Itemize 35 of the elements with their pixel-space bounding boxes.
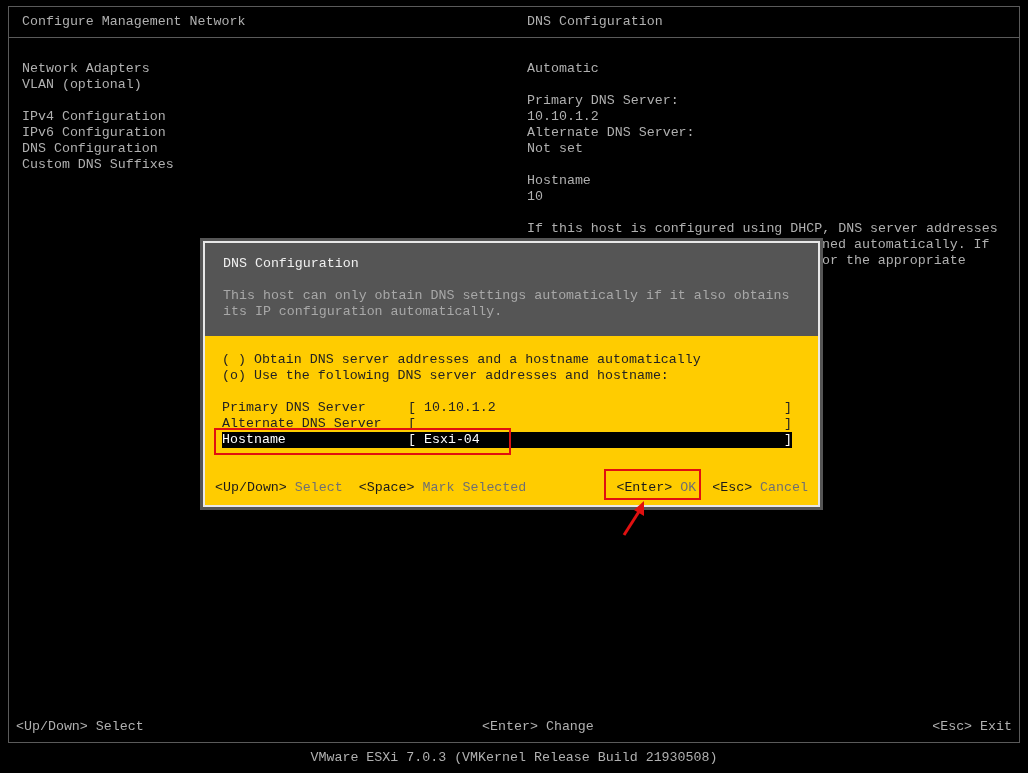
menu-item[interactable]: Custom DNS Suffixes (22, 157, 174, 173)
key-hint: <Up/Down> Select (215, 480, 343, 496)
info-text: 10 (527, 189, 543, 205)
menu-item[interactable]: DNS Configuration (22, 141, 158, 157)
description-text: or the appropriate (822, 253, 966, 269)
radio-label: Use the following DNS server addresses and hostname: (253, 368, 669, 384)
panel-title: DNS Configuration (527, 14, 663, 29)
radio-button[interactable]: (o) (222, 368, 246, 384)
menu-item[interactable]: Network Adapters (22, 61, 150, 77)
panel-title: Configure Management Network (22, 14, 246, 29)
radio-label: Obtain DNS server addresses and a hostname automatically (253, 352, 701, 368)
menu-item[interactable]: VLAN (optional) (22, 77, 142, 93)
info-text: Hostname (527, 173, 591, 189)
key-hint: <Enter> Change (482, 718, 594, 735)
key-hint: <Up/Down> Select (16, 718, 144, 735)
dialog-title: DNS Configuration (223, 256, 359, 272)
info-text: Not set (527, 141, 583, 157)
key-hint: <Esc> Exit (932, 718, 1012, 735)
menu-item[interactable]: IPv4 Configuration (22, 109, 166, 125)
form-field[interactable]: Hostname [ Esxi-04 ] (222, 432, 792, 448)
info-text: Primary DNS Server: (527, 93, 679, 109)
info-text: Alternate DNS Server: (527, 125, 695, 141)
description-text: ned automatically. If (822, 237, 990, 253)
radio-button[interactable]: ( ) (222, 352, 246, 368)
dialog-message: its IP configuration automatically. (223, 304, 503, 320)
dialog-message: This host can only obtain DNS settings automatically if it also obtains (223, 288, 790, 304)
info-text: 10.10.1.2 (527, 109, 599, 125)
description-text: If this host is configured using DHCP, DNS server addresses (527, 221, 998, 237)
key-hint: <Esc> Cancel (712, 480, 808, 496)
key-hint: <Enter> OK (616, 480, 697, 496)
form-field[interactable]: Primary DNS Server [ 10.10.1.2 ] (222, 400, 792, 416)
menu-item[interactable]: IPv6 Configuration (22, 125, 166, 141)
info-text: Automatic (527, 61, 599, 77)
version-text: VMware ESXi 7.0.3 (VMKernel Release Build 21930508) (310, 750, 718, 766)
key-hint: <Space> Mark Selected (358, 480, 527, 496)
